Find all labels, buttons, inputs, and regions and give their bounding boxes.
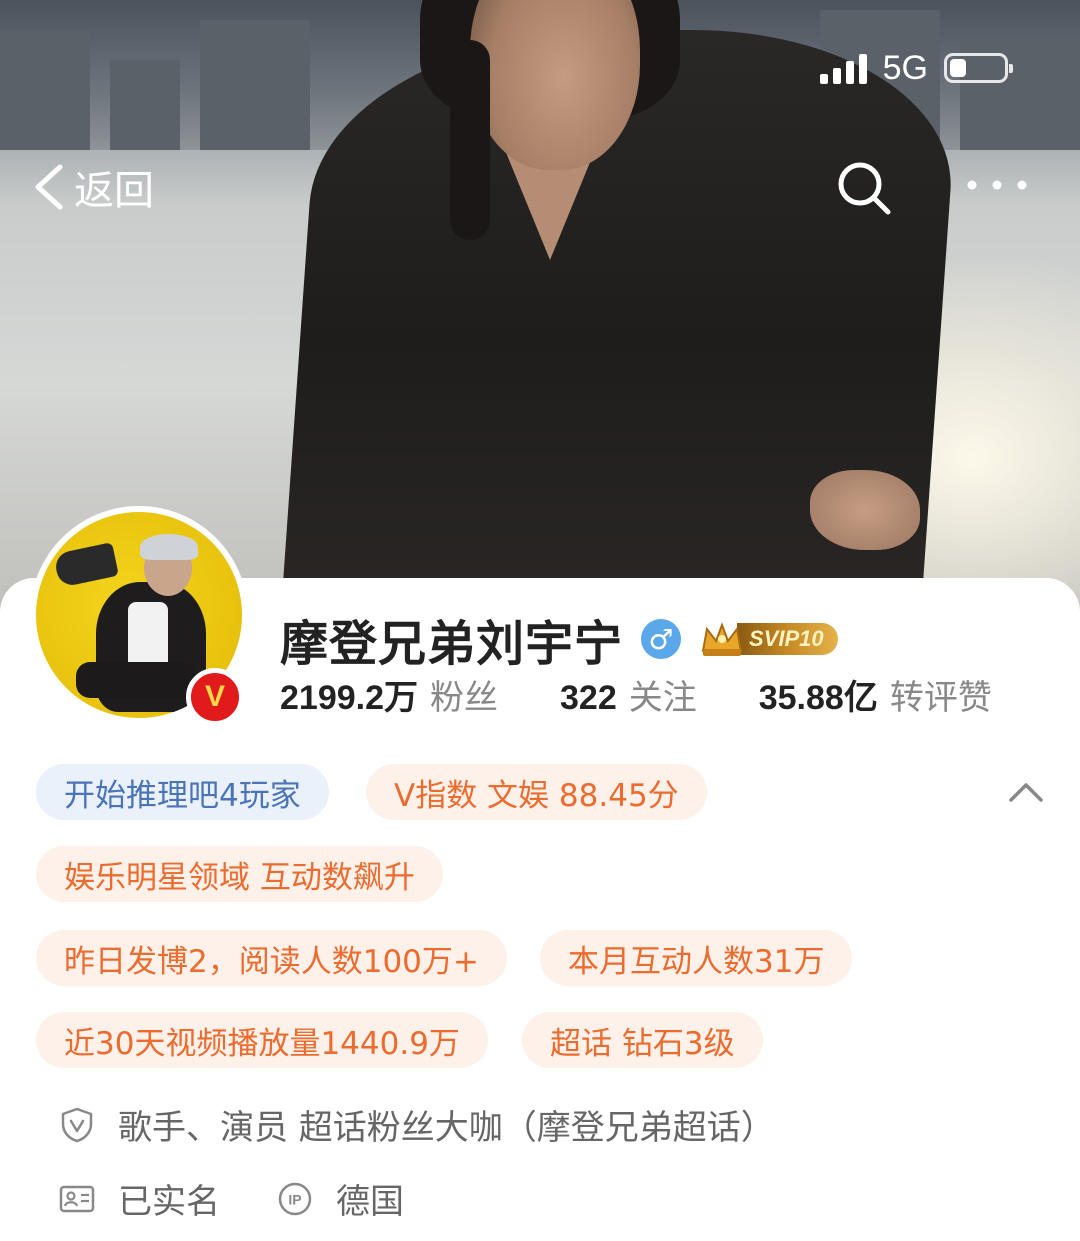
profile-name: 摩登兄弟刘宇宁	[280, 616, 624, 672]
stat-label: 关注	[628, 678, 697, 718]
ip-location-icon: IP	[278, 1182, 312, 1215]
tag-video-views[interactable]: 近30天视频播放量1440.9万	[36, 1012, 488, 1068]
search-icon[interactable]	[834, 158, 894, 218]
stats-row: 2199.2万 粉丝 322 关注 35.88亿 转评赞	[280, 670, 992, 719]
identity-row: 已实名 IP 德国	[58, 1174, 404, 1223]
crown-icon	[701, 622, 743, 656]
ip-location-text: 德国	[336, 1182, 404, 1222]
network-type: 5G	[882, 48, 928, 87]
tag-yesterday-posts[interactable]: 昨日发博2，阅读人数100万+	[36, 930, 507, 986]
stat-value: 322	[560, 679, 617, 717]
battery-icon	[944, 53, 1013, 83]
stat-label: 粉丝	[430, 678, 498, 718]
stat-label: 转评赞	[889, 678, 992, 718]
verified-badge-icon: V	[186, 668, 244, 726]
male-gender-icon: ♂	[641, 619, 682, 659]
stat-value: 2199.2万	[280, 679, 418, 717]
verification-row[interactable]: 歌手、演员 超话粉丝大咖（摩登兄弟超话）	[58, 1100, 775, 1149]
stat-followers[interactable]: 2199.2万 粉丝	[280, 670, 498, 719]
verification-text: 歌手、演员 超话粉丝大咖（摩登兄弟超话）	[118, 1108, 775, 1148]
stat-following[interactable]: 322 关注	[560, 670, 697, 719]
tag-monthly-interactions[interactable]: 本月互动人数31万	[540, 930, 853, 986]
tag-entertainment-rise[interactable]: 娱乐明星领域 互动数飙升	[36, 846, 443, 902]
stat-value: 35.88亿	[758, 679, 878, 717]
chevron-left-icon	[35, 164, 63, 210]
chevron-up-icon[interactable]	[1006, 776, 1046, 806]
id-card-icon	[59, 1185, 95, 1212]
shield-v-icon	[61, 1107, 93, 1142]
tag-v-index[interactable]: V指数 文娱 88.45分	[366, 764, 707, 820]
tag-game-player[interactable]: 开始推理吧4玩家	[36, 764, 329, 820]
back-label: 返回	[74, 168, 154, 214]
status-bar: 5G	[819, 48, 1013, 88]
name-row: 摩登兄弟刘宇宁 ♂ SVIP10	[280, 604, 838, 674]
tag-super-topic[interactable]: 超话 钻石3级	[522, 1012, 763, 1068]
svip-label: SVIP10	[737, 623, 838, 655]
more-icon[interactable]	[962, 170, 1032, 200]
back-button[interactable]: 返回	[30, 158, 154, 216]
stat-interactions[interactable]: 35.88亿 转评赞	[759, 670, 992, 719]
signal-icon	[819, 52, 867, 84]
svip-badge[interactable]: SVIP10	[699, 617, 838, 661]
real-name-text: 已实名	[118, 1182, 220, 1222]
svg-text:IP: IP	[288, 1191, 301, 1207]
